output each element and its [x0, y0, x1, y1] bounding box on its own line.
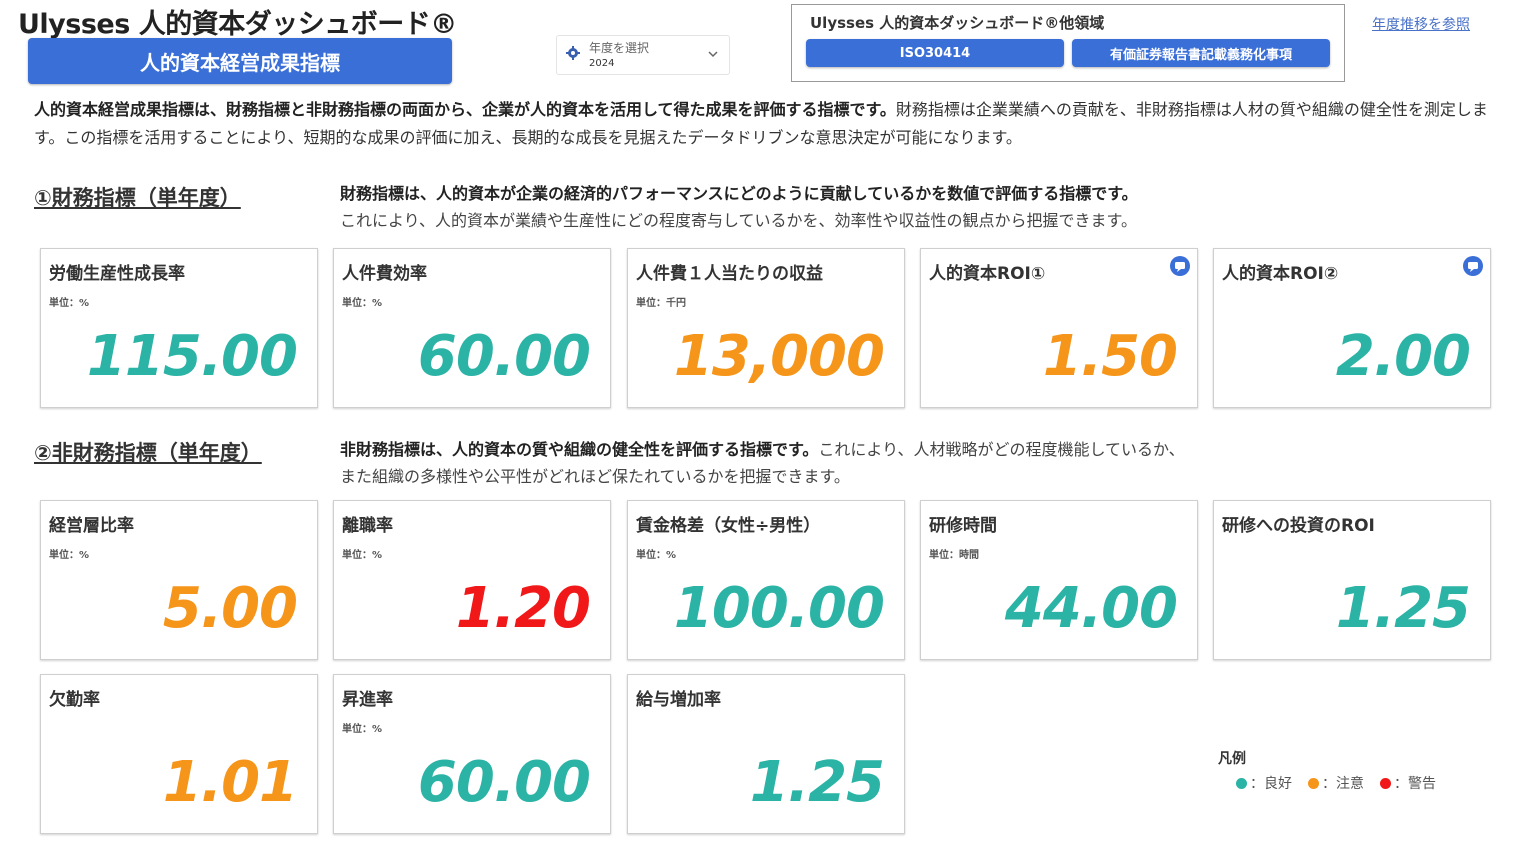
legend-dot-good: [1236, 778, 1247, 789]
legend-title: 凡例: [1218, 751, 1246, 767]
kpi-card-name: 人的資本ROI①: [929, 264, 1046, 284]
kpi-card-value: 5.00: [162, 576, 298, 641]
legend: ：良好 ：注意 ：警告: [1236, 773, 1436, 793]
kpi-card[interactable]: 人件費効率単位：% 60.00: [333, 248, 611, 408]
gear-icon: [566, 46, 580, 60]
kpi-card-name: 研修時間: [929, 516, 997, 536]
kpi-card-unit: 単位：時間: [929, 550, 979, 561]
legend-item-caution: ：注意: [1308, 773, 1364, 793]
kpi-card[interactable]: 研修時間単位：時間 44.00: [920, 500, 1198, 660]
kpi-card-unit: 単位：%: [342, 550, 383, 561]
nonfinancial-desc-line2: また組織の多様性や公平性がどれほど保たれているかを把握できます。: [340, 467, 850, 486]
year-select[interactable]: 年度を選択 2024: [556, 35, 730, 75]
kpi-card[interactable]: 労働生産性成長率単位：% 115.00: [40, 248, 318, 408]
kpi-card-name: 欠勤率: [49, 690, 100, 710]
kpi-card-unit: 単位：%: [342, 724, 383, 735]
securities-report-button[interactable]: 有価証券報告書記載義務化事項: [1072, 39, 1330, 67]
nonfinancial-desc-bold: 非財務指標は、人的資本の質や組織の健全性を評価する指標です。: [340, 440, 819, 459]
kpi-card-value: 1.20: [455, 576, 591, 641]
year-select-value: 2024: [589, 58, 615, 69]
legend-dot-caution: [1308, 778, 1319, 789]
kpi-card-value: 13,000: [673, 324, 885, 389]
kpi-card-name: 人的資本ROI②: [1222, 264, 1339, 284]
chat-bubble-icon[interactable]: [1462, 255, 1484, 277]
kpi-card[interactable]: 給与増加率 1.25: [627, 674, 905, 834]
legend-label-caution: ：注意: [1322, 776, 1364, 792]
financial-desc-bold: 財務指標は、人的資本が企業の経済的パフォーマンスにどのように貢献しているかを数値…: [340, 184, 1138, 203]
kpi-card-name: 研修への投資のROI: [1222, 516, 1375, 536]
chat-bubble-icon[interactable]: [1169, 255, 1191, 277]
kpi-card-value: 1.25: [1335, 576, 1471, 641]
financial-section-title: ①財務指標（単年度）: [34, 186, 241, 210]
securities-report-button-label: 有価証券報告書記載義務化事項: [1109, 47, 1292, 63]
main-tab-label: 人的資本経営成果指標: [140, 50, 340, 75]
kpi-card[interactable]: 離職率単位：% 1.20: [333, 500, 611, 660]
year-select-label: 年度を選択: [589, 41, 650, 55]
kpi-card[interactable]: 人的資本ROI② 2.00: [1213, 248, 1491, 408]
kpi-card-value: 60.00: [417, 750, 591, 815]
legend-dot-warning: [1380, 778, 1391, 789]
main-tab-button[interactable]: 人的資本経営成果指標: [28, 38, 452, 84]
kpi-card[interactable]: 研修への投資のROI 1.25: [1213, 500, 1491, 660]
iso30414-button[interactable]: ISO30414: [806, 39, 1064, 67]
kpi-card[interactable]: 欠勤率 1.01: [40, 674, 318, 834]
kpi-card[interactable]: 人的資本ROI① 1.50: [920, 248, 1198, 408]
kpi-card-unit: 単位：%: [342, 298, 383, 309]
kpi-card[interactable]: 賃金格差（女性÷男性） 単位：% 100.00: [627, 500, 905, 660]
kpi-card-name: 賃金格差（女性÷男性）: [636, 516, 821, 536]
kpi-card-value: 115.00: [86, 324, 298, 389]
intro-text: 人的資本経営成果指標は、財務指標と非財務指標の両面から、企業が人的資本を活用して…: [34, 96, 1494, 152]
legend-label-good: ：良好: [1250, 776, 1292, 792]
kpi-card-value: 60.00: [417, 324, 591, 389]
kpi-card-value: 1.25: [749, 750, 885, 815]
kpi-card-value: 2.00: [1335, 324, 1471, 389]
intro-bold: 人的資本経営成果指標は、財務指標と非財務指標の両面から、企業が人的資本を活用して…: [34, 100, 896, 119]
kpi-card-value: 1.50: [1042, 324, 1178, 389]
kpi-card-value: 100.00: [673, 576, 885, 641]
kpi-card-unit: 単位：%: [636, 550, 677, 561]
app-title: Ulysses 人的資本ダッシュボード®: [18, 9, 457, 40]
iso30414-button-label: ISO30414: [899, 45, 971, 61]
legend-label-warning: ：警告: [1394, 776, 1436, 792]
nonfinancial-section-desc: 非財務指標は、人的資本の質や組織の健全性を評価する指標です。これにより、人材戦略…: [340, 436, 1185, 490]
kpi-card-unit: 単位：千円: [636, 298, 686, 309]
kpi-card-unit: 単位：%: [49, 298, 90, 309]
kpi-card-name: 労働生産性成長率: [49, 264, 185, 284]
financial-desc-line2: これにより、人的資本が業績や生産性にどの程度寄与しているかを、効率性や収益性の観…: [340, 211, 1137, 230]
kpi-card-name: 昇進率: [342, 690, 393, 710]
kpi-card-unit: 単位：%: [49, 550, 90, 561]
financial-section-desc: 財務指標は、人的資本が企業の経済的パフォーマンスにどのように貢献しているかを数値…: [340, 180, 1138, 234]
kpi-card-value: 44.00: [1004, 576, 1178, 641]
kpi-card[interactable]: 昇進率単位：% 60.00: [333, 674, 611, 834]
legend-item-warning: ：警告: [1380, 773, 1436, 793]
kpi-card[interactable]: 人件費１人当たりの収益単位：千円 13,000: [627, 248, 905, 408]
nonfinancial-section-title: ②非財務指標（単年度）: [34, 441, 262, 465]
kpi-card-name: 人件費１人当たりの収益: [636, 264, 823, 284]
kpi-card-name: 経営層比率: [49, 516, 134, 536]
kpi-card-name: 給与増加率: [636, 690, 721, 710]
year-trend-link[interactable]: 年度推移を参照: [1372, 14, 1470, 34]
kpi-card-name: 人件費効率: [342, 264, 427, 284]
other-domains-panel: Ulysses 人的資本ダッシュボード®他領域 ISO30414 有価証券報告書…: [791, 4, 1345, 82]
kpi-card-name: 離職率: [342, 516, 393, 536]
nonfinancial-desc-rest: これにより、人材戦略がどの程度機能しているか、: [818, 440, 1185, 459]
other-domains-title: Ulysses 人的資本ダッシュボード®他領域: [810, 14, 1105, 32]
kpi-card-value: 1.01: [162, 750, 298, 815]
kpi-card[interactable]: 経営層比率単位：% 5.00: [40, 500, 318, 660]
chevron-down-icon: [708, 51, 718, 58]
legend-item-good: ：良好: [1236, 773, 1292, 793]
